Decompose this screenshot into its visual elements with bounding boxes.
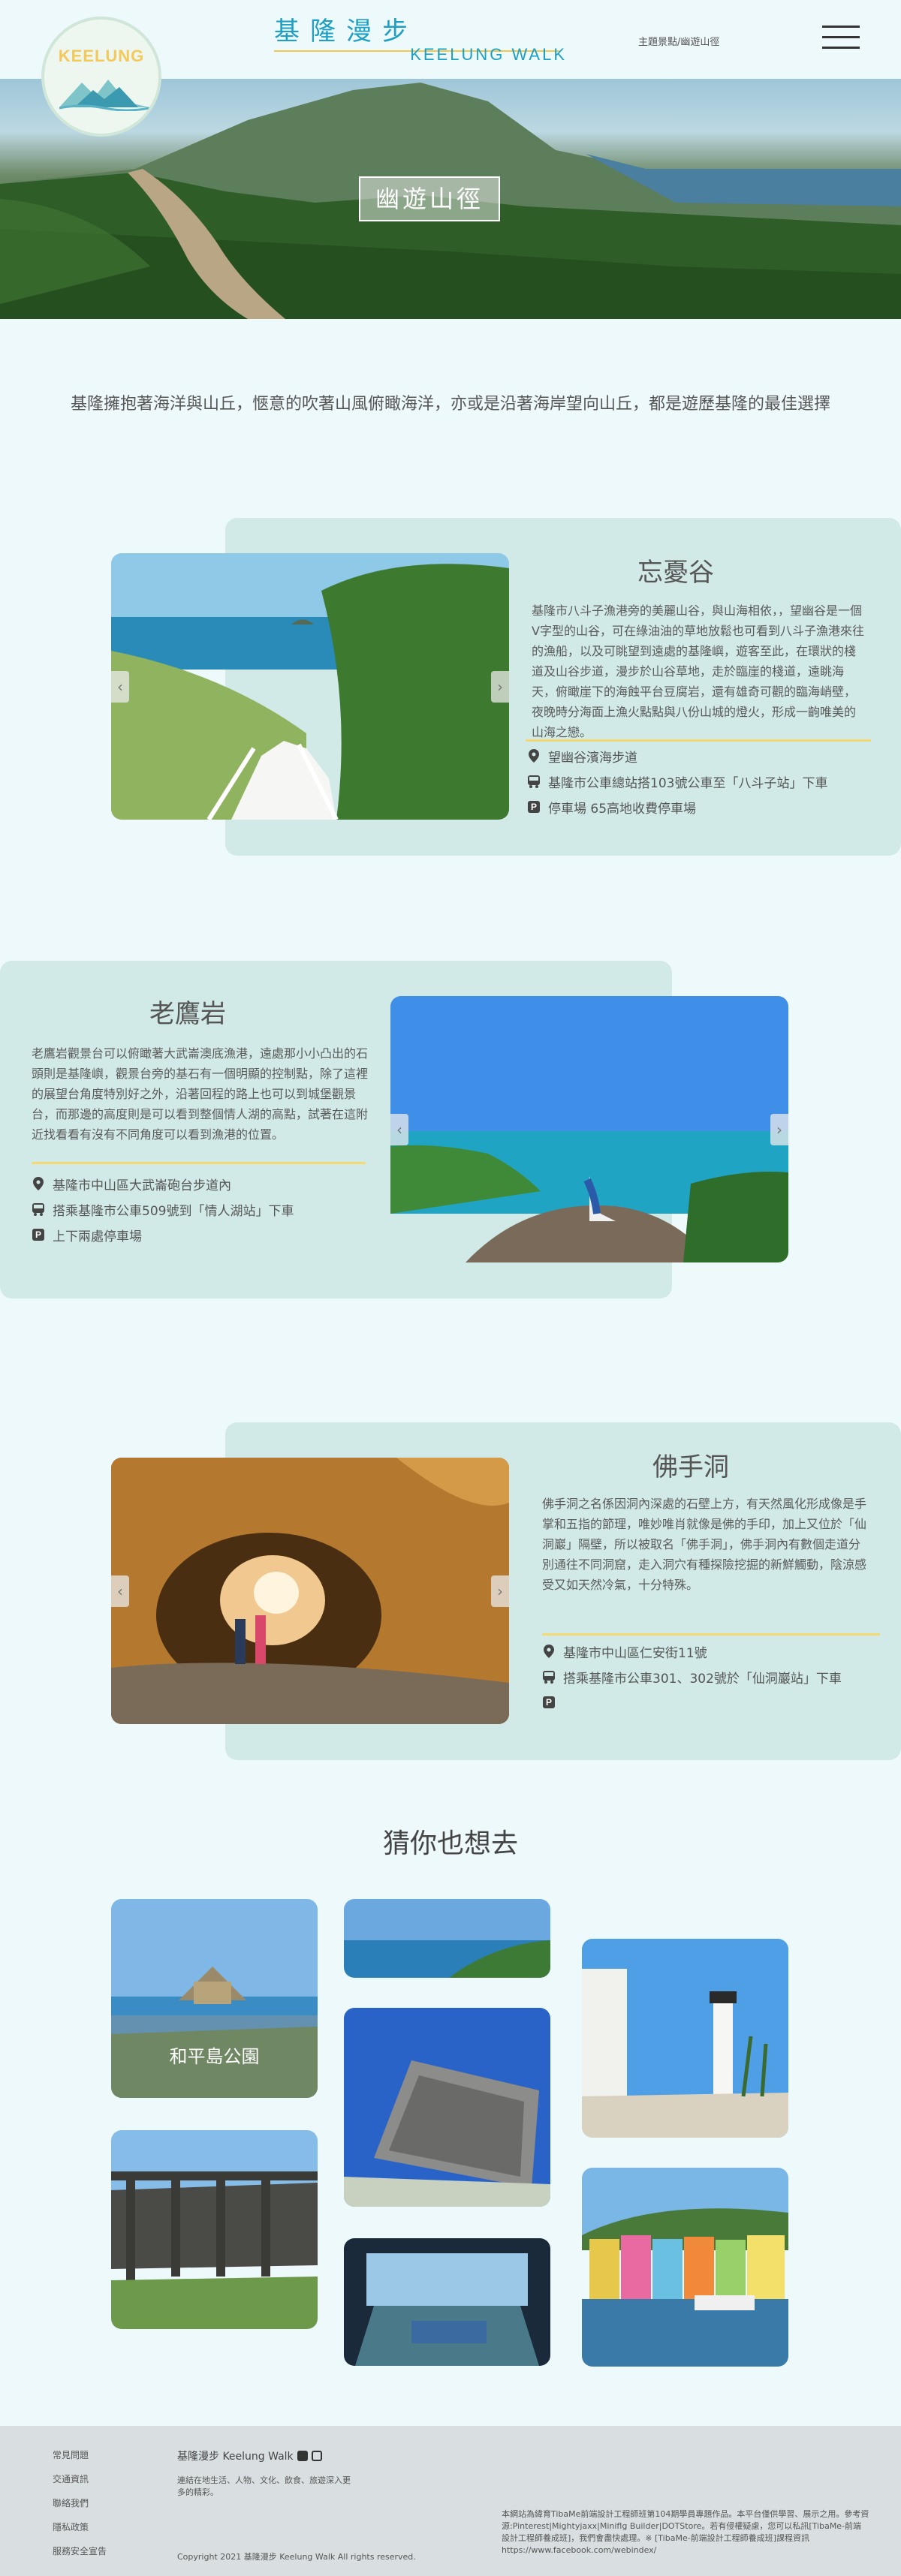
eagle-rock-image — [390, 996, 788, 1262]
location-text: 望幽谷濱海步道 — [548, 750, 637, 766]
hero-title: 幽遊山徑 — [359, 176, 500, 221]
footer-link-contact[interactable]: 聯絡我們 — [53, 2496, 107, 2520]
intro-text: 基隆擁抱著海洋與山丘，愜意的吹著山風俯瞰海洋，亦或是沿著海岸望向山丘，都是遊歷基… — [70, 395, 830, 414]
parking-text: 停車場 65高地收費停車場 — [548, 801, 697, 817]
brand-title-zh: 基隆漫步 — [274, 17, 418, 47]
parking-icon: P — [527, 800, 541, 814]
location-text: 基隆市中山區大武崙砲台步道內 — [53, 1178, 231, 1193]
feature-divider — [32, 1162, 366, 1164]
map-pin-icon — [32, 1177, 45, 1190]
carousel-prev-button[interactable]: ‹ — [390, 1113, 408, 1145]
footer-link-security[interactable]: 服務安全宣告 — [53, 2544, 107, 2568]
menu-button[interactable] — [822, 26, 860, 54]
parking-text: 上下兩處停車場 — [53, 1229, 142, 1244]
footer-copyright: Copyright 2021 基隆漫步 Keelung Walk All rig… — [177, 2552, 416, 2562]
carousel-prev-button[interactable]: ‹ — [111, 670, 129, 703]
feature-description: 佛手洞之名係因洞內深處的石壁上方，有天然風化形成像是手掌和五指的節理，唯妙唯肖就… — [542, 1497, 867, 1592]
suggest-tile-tram[interactable] — [344, 2238, 550, 2366]
zhengbin-harbor-image — [582, 2168, 788, 2367]
museum-image — [344, 2008, 550, 2207]
parking-icon: P — [542, 1696, 556, 1709]
menu-bar — [822, 26, 860, 28]
carousel-prev-button[interactable]: ‹ — [111, 1575, 129, 1607]
tile-label: 和平島公園 — [111, 2015, 318, 2098]
footer-link-transport[interactable]: 交通資訊 — [53, 2472, 107, 2496]
lighthouse-image — [582, 1939, 788, 2138]
footer-disclaimer: 本網站為緯育TibaMe前端設計工程師班第104期學員專題作品。本平台僅供學習、… — [502, 2509, 869, 2555]
wangyou-image — [111, 553, 509, 820]
feature-title: 忘憂谷 — [637, 558, 714, 588]
carousel-next-button[interactable]: › — [491, 670, 509, 703]
ruins-image — [111, 2130, 318, 2329]
feature-photo-foshou-cave: ‹ › — [111, 1458, 509, 1724]
suggest-tile-lighthouse[interactable] — [582, 1939, 788, 2138]
bus-icon — [542, 1670, 556, 1684]
location-text: 基隆市中山區仁安街11號 — [563, 1645, 707, 1661]
coast-view-image — [344, 1899, 550, 1978]
logo-text: KEELUNG — [58, 47, 145, 65]
site-footer: 常見問題 交通資訊 聯絡我們 隱私政策 服務安全宣告 基隆漫步 Keelung … — [0, 2426, 901, 2576]
facebook-icon[interactable] — [297, 2451, 308, 2461]
foshou-cave-image — [111, 1458, 509, 1724]
footer-links: 常見問題 交通資訊 聯絡我們 隱私政策 服務安全宣告 — [53, 2448, 107, 2568]
footer-about: 連結在地生活、人物、文化、飲食、旅遊深入更多的精彩。 — [177, 2475, 351, 2497]
feature-divider — [526, 739, 871, 742]
footer-link-faq[interactable]: 常見問題 — [53, 2448, 107, 2472]
map-pin-icon — [542, 1645, 556, 1658]
feature-info: 望幽谷濱海步道 基隆市公車總站搭103號公車至「八斗子站」下車 P 停車場 65… — [527, 743, 827, 820]
carousel-next-button[interactable]: › — [770, 1113, 788, 1145]
site-logo[interactable]: KEELUNG — [41, 17, 161, 137]
parking-row: P — [542, 1690, 842, 1715]
location-row: 望幽谷濱海步道 — [527, 743, 827, 769]
suggest-tile-ruins[interactable] — [111, 2130, 318, 2329]
bus-text: 搭乘基隆市公車509號到「情人湖站」下車 — [53, 1203, 294, 1219]
feature-info: 基隆市中山區仁安街11號 搭乘基隆市公車301、302號於「仙洞巖站」下車 P — [542, 1639, 842, 1715]
feature-photo-wangyou: ‹ › — [111, 553, 509, 820]
suggest-tile-heping-island[interactable]: 和平島公園 — [111, 1899, 318, 2098]
feature-description: 老鷹岩觀景台可以俯瞰著大武崙澳底漁港，遠處那小小凸出的石頭則是基隆嶼，觀景台旁的… — [32, 1046, 369, 1142]
breadcrumb[interactable]: 主題景點/幽遊山徑 — [638, 34, 719, 48]
logo-mountain-icon — [59, 80, 149, 111]
suggest-title: 猜你也想去 — [382, 1828, 518, 1859]
feature-photo-eagle-rock: ‹ › — [390, 996, 788, 1262]
carousel-next-button[interactable]: › — [491, 1575, 509, 1607]
footer-brand-text: 基隆漫步 Keelung Walk — [177, 2451, 294, 2463]
suggest-tile-zhengbin-harbor[interactable] — [582, 2168, 788, 2367]
footer-brand: 基隆漫步 Keelung Walk — [177, 2448, 322, 2463]
parking-row: P 停車場 65高地收費停車場 — [527, 794, 827, 820]
bus-row: 搭乘基隆市公車301、302號於「仙洞巖站」下車 — [542, 1664, 842, 1690]
tram-image — [344, 2238, 550, 2366]
menu-bar — [822, 36, 860, 38]
bus-icon — [527, 775, 541, 788]
suggest-tile-coast-view[interactable] — [344, 1899, 550, 1978]
feature-title: 老鷹岩 — [149, 999, 226, 1029]
footer-link-privacy[interactable]: 隱私政策 — [53, 2520, 107, 2544]
bus-row: 搭乘基隆市公車509號到「情人湖站」下車 — [32, 1196, 294, 1222]
location-row: 基隆市中山區仁安街11號 — [542, 1639, 842, 1664]
feature-description: 基隆市八斗子漁港旁的美麗山谷，與山海相依，，望幽谷是一個V字型的山谷，可在綠油油… — [532, 603, 864, 739]
bus-text: 搭乘基隆市公車301、302號於「仙洞巖站」下車 — [563, 1671, 842, 1687]
bus-text: 基隆市公車總站搭103號公車至「八斗子站」下車 — [548, 775, 828, 791]
feature-divider — [542, 1633, 880, 1636]
menu-bar — [822, 47, 860, 49]
brand-title-en: KEELUNG WALK — [410, 45, 567, 64]
instagram-icon[interactable] — [311, 2451, 322, 2461]
site-brand[interactable]: 基隆漫步 KEELUNG WALK — [274, 11, 567, 64]
feature-title: 佛手洞 — [652, 1452, 729, 1482]
feature-info: 基隆市中山區大武崙砲台步道內 搭乘基隆市公車509號到「情人湖站」下車 P 上下… — [32, 1171, 294, 1247]
parking-icon: P — [32, 1228, 45, 1241]
suggest-tile-museum[interactable] — [344, 2008, 550, 2207]
map-pin-icon — [527, 749, 541, 763]
bus-row: 基隆市公車總站搭103號公車至「八斗子站」下車 — [527, 769, 827, 794]
location-row: 基隆市中山區大武崙砲台步道內 — [32, 1171, 294, 1196]
parking-row: P 上下兩處停車場 — [32, 1222, 294, 1247]
bus-icon — [32, 1202, 45, 1216]
